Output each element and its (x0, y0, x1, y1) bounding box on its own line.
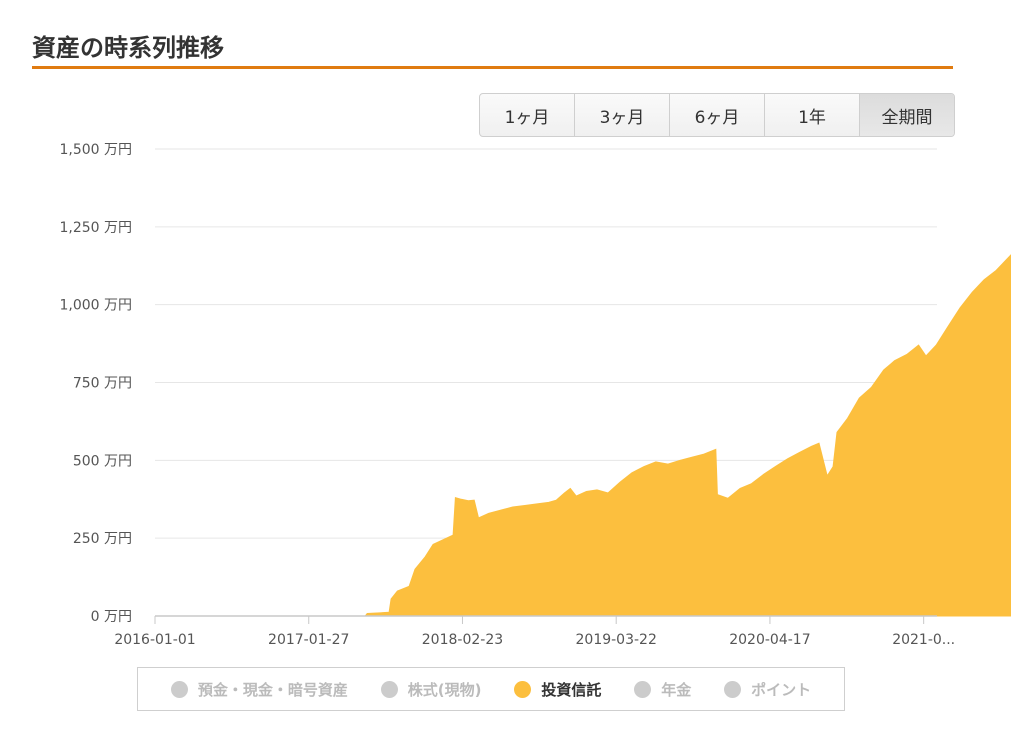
y-tick-label: 0 万円 (91, 609, 132, 625)
legend-label: 年金 (661, 680, 692, 699)
y-tick-label: 1,500 万円 (59, 142, 132, 158)
y-tick-label: 500 万円 (73, 453, 132, 469)
chart-legend: 預金・現金・暗号資産 株式(現物) 投資信託 年金 ポイント (137, 667, 845, 711)
legend-label: 投資信託 (541, 680, 602, 699)
x-tick-label: 2016-01-01 (114, 632, 195, 648)
legend-item-funds[interactable]: 投資信託 (514, 679, 601, 700)
y-tick-label: 1,250 万円 (59, 220, 132, 236)
y-tick-label: 1,000 万円 (59, 298, 132, 314)
legend-item-pension[interactable]: 年金 (634, 679, 691, 700)
series-area-investment-trust (155, 254, 1011, 617)
legend-dot-icon (170, 680, 188, 698)
y-tick-label: 750 万円 (73, 376, 132, 392)
legend-dot-icon (724, 680, 742, 698)
x-tick-label: 2021-0... (892, 632, 955, 648)
legend-dot-icon (380, 680, 398, 698)
x-tick-label: 2017-01-27 (268, 632, 349, 648)
legend-label: 株式(現物) (407, 680, 482, 699)
x-tick-label: 2018-02-23 (422, 632, 503, 648)
legend-item-deposits[interactable]: 預金・現金・暗号資産 (170, 679, 348, 700)
y-tick-label: 250 万円 (73, 531, 132, 547)
legend-item-points[interactable]: ポイント (724, 679, 811, 700)
x-tick-label: 2020-04-17 (729, 632, 810, 648)
legend-dot-icon (634, 680, 652, 698)
legend-label: ポイント (751, 680, 812, 699)
asset-area-chart: 0 万円 250 万円 500 万円 750 万円 1,000 万円 1,250 万円 1,… (59, 142, 1011, 648)
x-tick-label: 2019-03-22 (576, 632, 657, 648)
legend-dot-icon (514, 680, 532, 698)
legend-item-stocks[interactable]: 株式(現物) (380, 679, 482, 700)
legend-label: 預金・現金・暗号資産 (197, 680, 348, 699)
